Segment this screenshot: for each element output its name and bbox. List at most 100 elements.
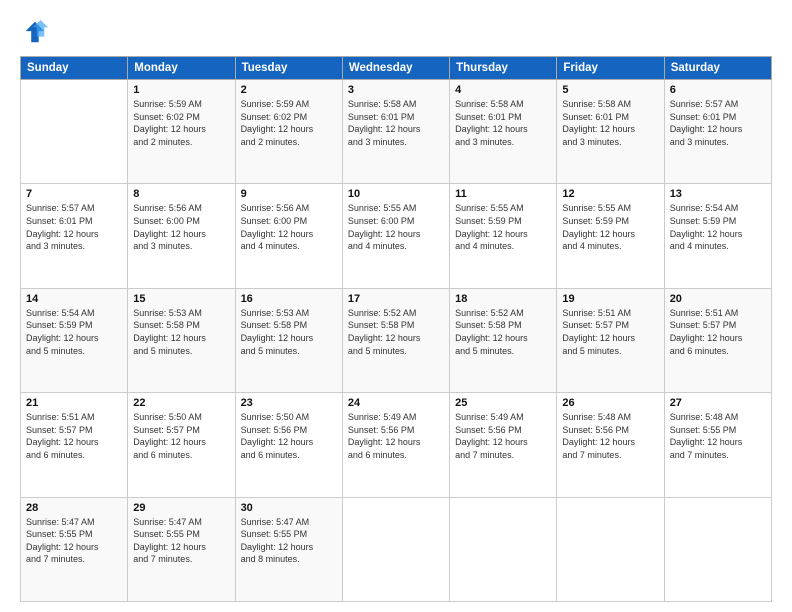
- calendar-header: SundayMondayTuesdayWednesdayThursdayFrid…: [21, 57, 772, 80]
- header-cell-saturday: Saturday: [664, 57, 771, 80]
- day-number: 12: [562, 188, 658, 200]
- day-cell: 15 Sunrise: 5:53 AM Sunset: 5:58 PM Dayli…: [128, 288, 235, 392]
- day-cell: 18 Sunrise: 5:52 AM Sunset: 5:58 PM Dayli…: [450, 288, 557, 392]
- day-info: Sunrise: 5:50 AM Sunset: 5:57 PM Dayligh…: [133, 411, 229, 461]
- day-cell: 23Sunrise: 5:50 AM Sunset: 5:56 PM Dayli…: [235, 393, 342, 497]
- calendar-table: SundayMondayTuesdayWednesdayThursdayFrid…: [20, 56, 772, 602]
- day-number: 26: [562, 397, 658, 409]
- day-cell: 7 Sunrise: 5:57 AM Sunset: 6:01 PM Daylig…: [21, 184, 128, 288]
- day-info: Sunrise: 5:51 AM Sunset: 5:57 PM Dayligh…: [26, 411, 122, 461]
- day-info: Sunrise: 5:57 AM Sunset: 6:01 PM Dayligh…: [670, 98, 766, 148]
- day-number: 10: [348, 188, 444, 200]
- day-cell: [664, 497, 771, 601]
- day-number: 24: [348, 397, 444, 409]
- day-cell: [450, 497, 557, 601]
- week-row-4: 21 Sunrise: 5:51 AM Sunset: 5:57 PM Dayli…: [21, 393, 772, 497]
- day-info: Sunrise: 5:53 AM Sunset: 5:58 PM Dayligh…: [133, 307, 229, 357]
- day-number: 6: [670, 84, 766, 96]
- day-cell: 22 Sunrise: 5:50 AM Sunset: 5:57 PM Dayli…: [128, 393, 235, 497]
- day-number: 1: [133, 84, 229, 96]
- day-cell: 5 Sunrise: 5:58 AM Sunset: 6:01 PM Daylig…: [557, 80, 664, 184]
- day-cell: 11Sunrise: 5:55 AM Sunset: 5:59 PM Dayli…: [450, 184, 557, 288]
- day-info: Sunrise: 5:52 AM Sunset: 5:58 PM Dayligh…: [348, 307, 444, 357]
- day-info: Sunrise: 5:47 AM Sunset: 5:55 PM Dayligh…: [241, 516, 337, 566]
- day-number: 8: [133, 188, 229, 200]
- header: [20, 18, 772, 46]
- day-number: 17: [348, 293, 444, 305]
- day-info: Sunrise: 5:59 AM Sunset: 6:02 PM Dayligh…: [133, 98, 229, 148]
- day-info: Sunrise: 5:51 AM Sunset: 5:57 PM Dayligh…: [562, 307, 658, 357]
- day-info: Sunrise: 5:47 AM Sunset: 5:55 PM Dayligh…: [26, 516, 122, 566]
- day-number: 25: [455, 397, 551, 409]
- day-number: 11: [455, 188, 551, 200]
- day-info: Sunrise: 5:55 AM Sunset: 5:59 PM Dayligh…: [562, 202, 658, 252]
- day-number: 13: [670, 188, 766, 200]
- day-info: Sunrise: 5:58 AM Sunset: 6:01 PM Dayligh…: [348, 98, 444, 148]
- logo-icon: [20, 18, 48, 46]
- header-cell-wednesday: Wednesday: [342, 57, 449, 80]
- day-info: Sunrise: 5:54 AM Sunset: 5:59 PM Dayligh…: [26, 307, 122, 357]
- header-cell-friday: Friday: [557, 57, 664, 80]
- day-info: Sunrise: 5:56 AM Sunset: 6:00 PM Dayligh…: [241, 202, 337, 252]
- day-info: Sunrise: 5:48 AM Sunset: 5:55 PM Dayligh…: [670, 411, 766, 461]
- day-info: Sunrise: 5:56 AM Sunset: 6:00 PM Dayligh…: [133, 202, 229, 252]
- day-info: Sunrise: 5:57 AM Sunset: 6:01 PM Dayligh…: [26, 202, 122, 252]
- day-number: 4: [455, 84, 551, 96]
- day-info: Sunrise: 5:58 AM Sunset: 6:01 PM Dayligh…: [562, 98, 658, 148]
- page: SundayMondayTuesdayWednesdayThursdayFrid…: [0, 0, 792, 612]
- day-number: 7: [26, 188, 122, 200]
- day-cell: 12 Sunrise: 5:55 AM Sunset: 5:59 PM Dayli…: [557, 184, 664, 288]
- day-cell: [21, 80, 128, 184]
- day-cell: 16 Sunrise: 5:53 AM Sunset: 5:58 PM Dayli…: [235, 288, 342, 392]
- day-number: 20: [670, 293, 766, 305]
- day-cell: 6 Sunrise: 5:57 AM Sunset: 6:01 PM Daylig…: [664, 80, 771, 184]
- day-info: Sunrise: 5:48 AM Sunset: 5:56 PM Dayligh…: [562, 411, 658, 461]
- day-number: 22: [133, 397, 229, 409]
- day-number: 28: [26, 502, 122, 514]
- day-info: Sunrise: 5:54 AM Sunset: 5:59 PM Dayligh…: [670, 202, 766, 252]
- day-cell: 13 Sunrise: 5:54 AM Sunset: 5:59 PM Dayli…: [664, 184, 771, 288]
- week-row-1: 1 Sunrise: 5:59 AM Sunset: 6:02 PM Daylig…: [21, 80, 772, 184]
- day-cell: 19Sunrise: 5:51 AM Sunset: 5:57 PM Dayli…: [557, 288, 664, 392]
- day-number: 3: [348, 84, 444, 96]
- day-cell: 9 Sunrise: 5:56 AM Sunset: 6:00 PM Daylig…: [235, 184, 342, 288]
- day-number: 27: [670, 397, 766, 409]
- day-number: 15: [133, 293, 229, 305]
- day-cell: 17 Sunrise: 5:52 AM Sunset: 5:58 PM Dayli…: [342, 288, 449, 392]
- day-number: 16: [241, 293, 337, 305]
- day-info: Sunrise: 5:55 AM Sunset: 6:00 PM Dayligh…: [348, 202, 444, 252]
- header-cell-tuesday: Tuesday: [235, 57, 342, 80]
- day-cell: 30 Sunrise: 5:47 AM Sunset: 5:55 PM Dayli…: [235, 497, 342, 601]
- day-info: Sunrise: 5:59 AM Sunset: 6:02 PM Dayligh…: [241, 98, 337, 148]
- day-number: 18: [455, 293, 551, 305]
- header-cell-thursday: Thursday: [450, 57, 557, 80]
- day-info: Sunrise: 5:49 AM Sunset: 5:56 PM Dayligh…: [455, 411, 551, 461]
- day-cell: 25 Sunrise: 5:49 AM Sunset: 5:56 PM Dayli…: [450, 393, 557, 497]
- day-number: 2: [241, 84, 337, 96]
- day-cell: 28 Sunrise: 5:47 AM Sunset: 5:55 PM Dayli…: [21, 497, 128, 601]
- week-row-2: 7 Sunrise: 5:57 AM Sunset: 6:01 PM Daylig…: [21, 184, 772, 288]
- day-cell: 20 Sunrise: 5:51 AM Sunset: 5:57 PM Dayli…: [664, 288, 771, 392]
- day-info: Sunrise: 5:52 AM Sunset: 5:58 PM Dayligh…: [455, 307, 551, 357]
- day-cell: [342, 497, 449, 601]
- day-cell: 14Sunrise: 5:54 AM Sunset: 5:59 PM Dayli…: [21, 288, 128, 392]
- day-cell: 1 Sunrise: 5:59 AM Sunset: 6:02 PM Daylig…: [128, 80, 235, 184]
- day-number: 21: [26, 397, 122, 409]
- day-number: 5: [562, 84, 658, 96]
- logo: [20, 18, 50, 46]
- day-number: 9: [241, 188, 337, 200]
- day-cell: 8 Sunrise: 5:56 AM Sunset: 6:00 PM Daylig…: [128, 184, 235, 288]
- day-info: Sunrise: 5:51 AM Sunset: 5:57 PM Dayligh…: [670, 307, 766, 357]
- day-number: 23: [241, 397, 337, 409]
- day-info: Sunrise: 5:47 AM Sunset: 5:55 PM Dayligh…: [133, 516, 229, 566]
- day-cell: 29 Sunrise: 5:47 AM Sunset: 5:55 PM Dayli…: [128, 497, 235, 601]
- day-number: 29: [133, 502, 229, 514]
- day-info: Sunrise: 5:49 AM Sunset: 5:56 PM Dayligh…: [348, 411, 444, 461]
- day-number: 30: [241, 502, 337, 514]
- header-row: SundayMondayTuesdayWednesdayThursdayFrid…: [21, 57, 772, 80]
- day-cell: [557, 497, 664, 601]
- header-cell-sunday: Sunday: [21, 57, 128, 80]
- day-info: Sunrise: 5:58 AM Sunset: 6:01 PM Dayligh…: [455, 98, 551, 148]
- day-info: Sunrise: 5:53 AM Sunset: 5:58 PM Dayligh…: [241, 307, 337, 357]
- week-row-5: 28 Sunrise: 5:47 AM Sunset: 5:55 PM Dayli…: [21, 497, 772, 601]
